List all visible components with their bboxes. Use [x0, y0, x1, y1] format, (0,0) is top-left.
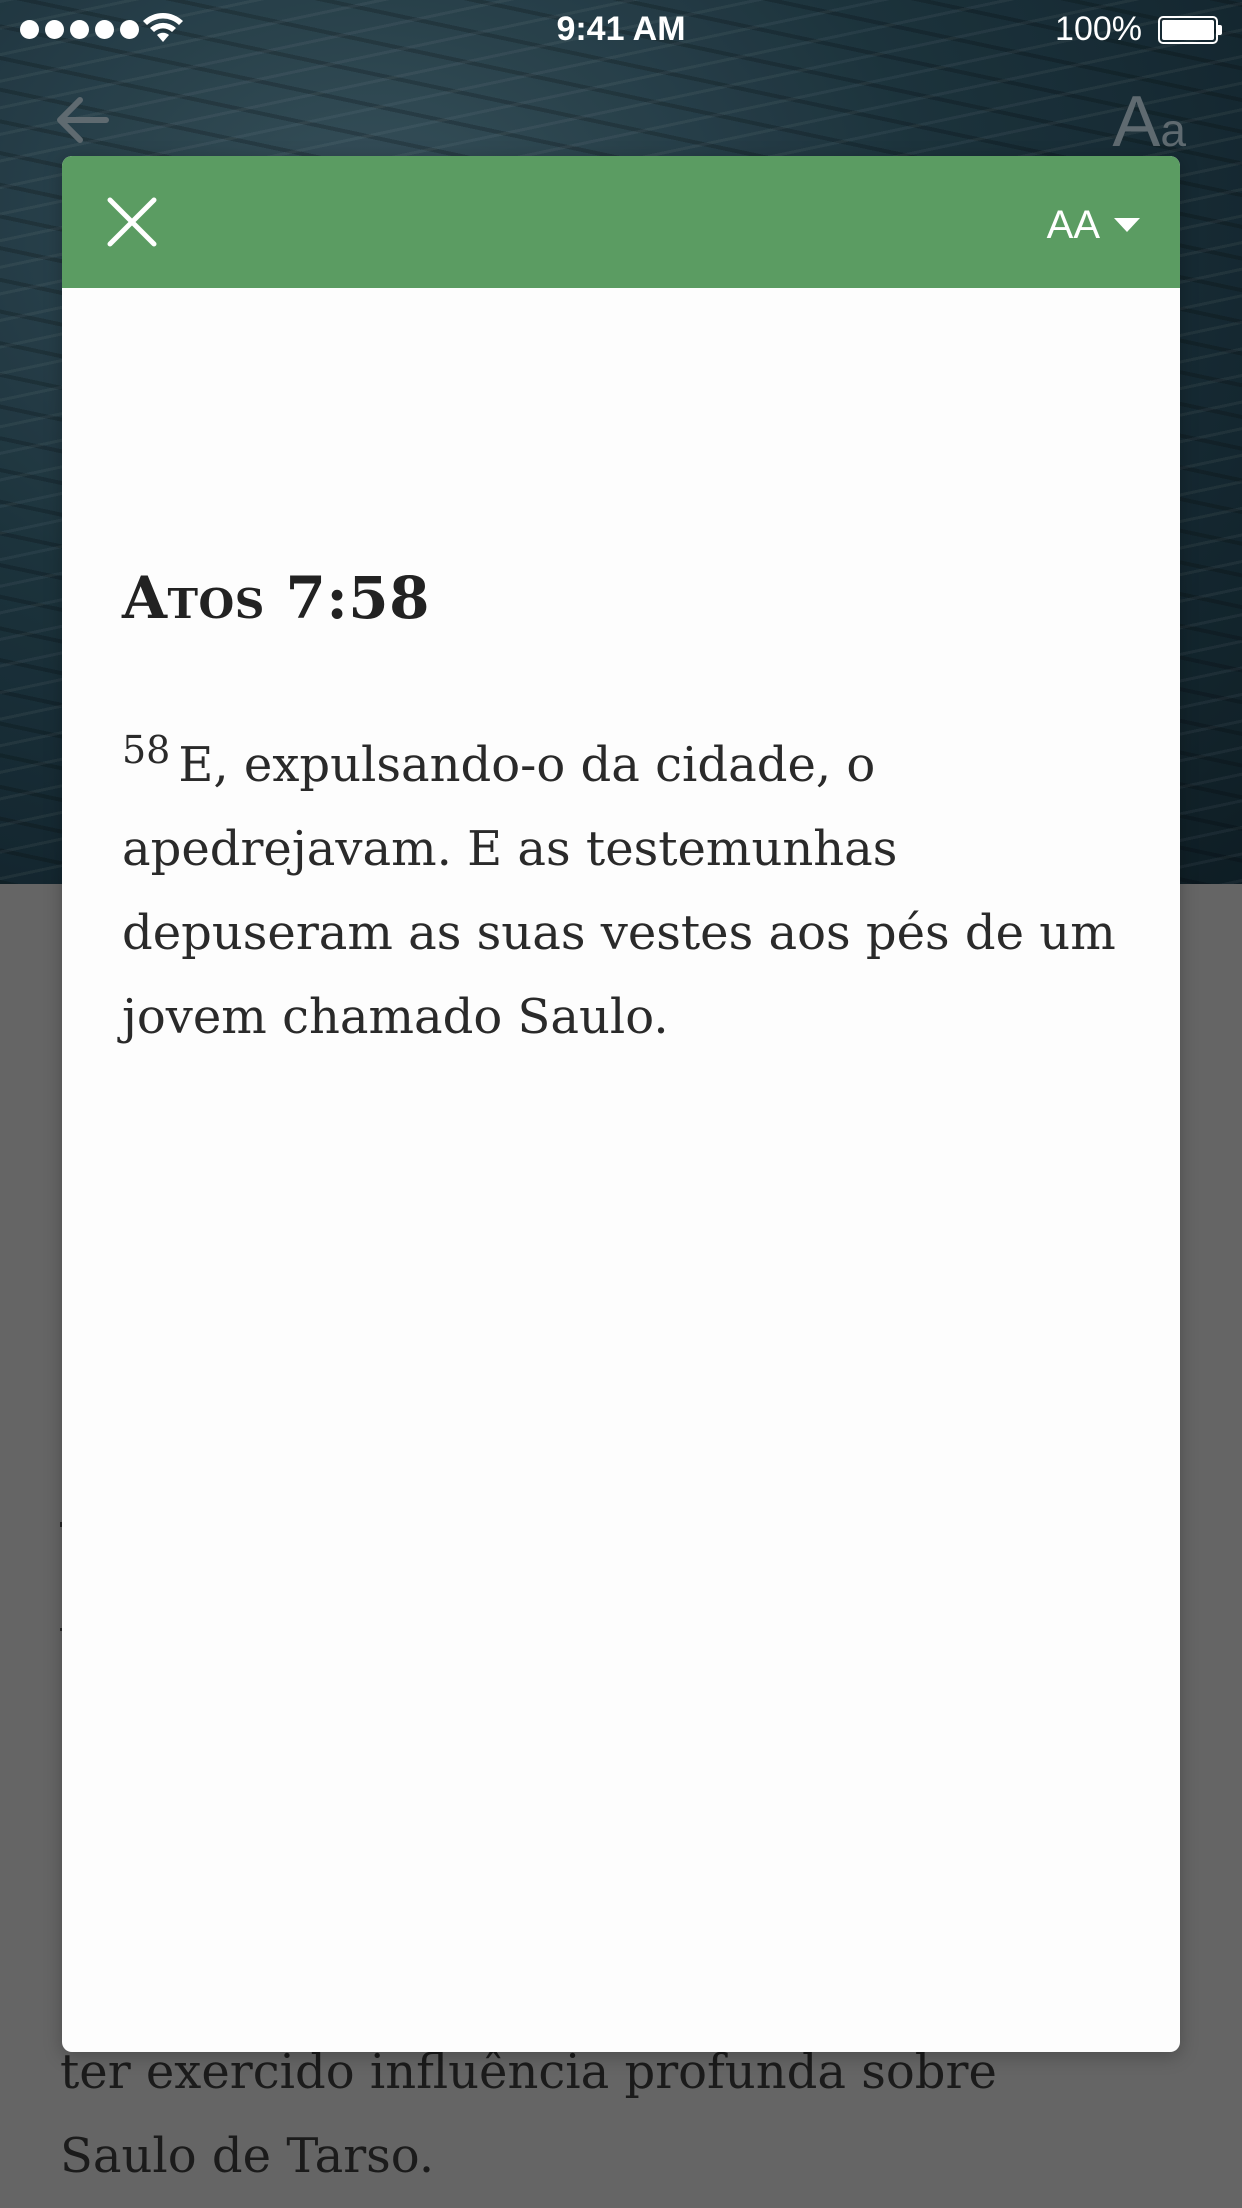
status-bar: 9:41 AM 100%: [0, 0, 1242, 60]
battery-percentage: 100%: [1055, 10, 1142, 48]
font-size-dropdown[interactable]: AA: [1047, 200, 1140, 250]
verse-text-block: 58 E, expulsando-o da cidade, o apedrejav…: [122, 708, 1122, 1059]
caret-down-icon: [1114, 218, 1140, 232]
battery-icon: [1158, 16, 1222, 44]
verse-reference: Atos 7:58: [122, 564, 431, 632]
article-line: Saulo de Tarso.: [60, 2128, 435, 2184]
close-button[interactable]: [102, 192, 162, 252]
verse-modal: AA Atos 7:58 58 E, expulsando-o da cidade…: [62, 156, 1180, 2052]
modal-header: AA: [62, 156, 1180, 288]
article-text: ter exercido influência profunda sobre S…: [60, 2030, 1210, 2198]
text-size-icon[interactable]: Aa: [1112, 86, 1186, 158]
close-icon: [107, 197, 157, 247]
verse-number: 58: [122, 728, 171, 772]
font-size-label: AA: [1046, 202, 1100, 247]
arrow-left-icon[interactable]: [54, 92, 110, 148]
verse-text: E, expulsando-o da cidade, o apedrejavam…: [122, 737, 1116, 1045]
